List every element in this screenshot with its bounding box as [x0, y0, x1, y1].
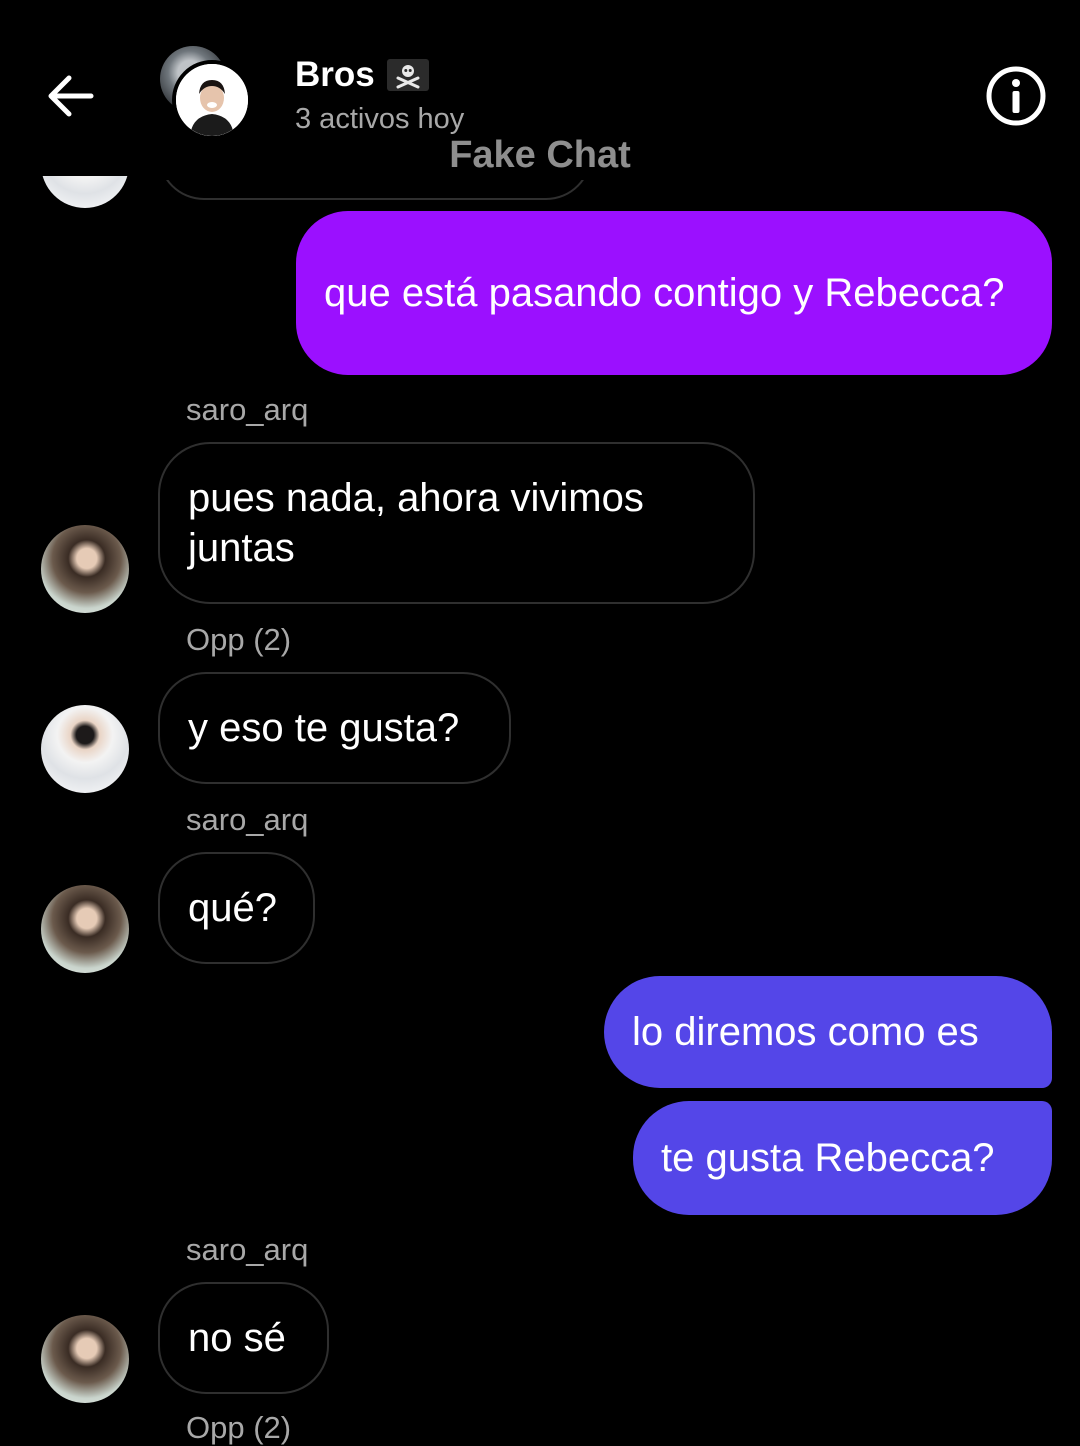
sender-name: saro_arq [186, 392, 309, 427]
avatar[interactable] [41, 1315, 129, 1403]
message-text: te gusta Rebecca? [661, 1136, 995, 1180]
message-incoming[interactable]: qué? [158, 852, 315, 964]
sender-name: saro_arq [186, 802, 309, 837]
message-outgoing[interactable]: te gusta Rebecca? [633, 1101, 1052, 1215]
back-button[interactable] [40, 66, 100, 126]
sender-name: Opp (2) [186, 1410, 292, 1445]
info-button[interactable] [984, 64, 1048, 128]
sender-name: saro_arq [186, 1232, 309, 1267]
avatar[interactable] [41, 885, 129, 973]
message-text: pues nada, ahora vivimos juntas [188, 476, 644, 570]
message-incoming[interactable]: y eso te gusta? [158, 672, 511, 784]
message-incoming[interactable]: no sé [158, 1282, 329, 1394]
info-circle-icon [986, 66, 1046, 126]
message-outgoing[interactable]: que está pasando contigo y Rebecca? [296, 211, 1052, 375]
group-avatar[interactable] [158, 46, 258, 146]
message-text: qué? [188, 886, 277, 930]
member-avatar-front [172, 60, 252, 140]
message-text: lo diremos como es [632, 1010, 979, 1054]
message-outgoing[interactable]: lo diremos como es [604, 976, 1052, 1088]
message-text: no sé [188, 1316, 286, 1360]
sender-name: Opp (2) [186, 622, 292, 657]
pirate-flag-icon [386, 59, 429, 91]
message-text: que está pasando contigo y Rebecca? [324, 271, 1005, 315]
avatar[interactable] [41, 705, 129, 793]
chat-subtitle: 3 activos hoy [295, 103, 465, 135]
chat-title: Bros [295, 55, 375, 94]
avatar[interactable] [41, 525, 129, 613]
watermark: Fake Chat [449, 134, 631, 176]
arrow-left-icon [48, 75, 94, 117]
chat-title-row[interactable]: Bros [295, 55, 429, 95]
message-text: y eso te gusta? [188, 706, 460, 750]
message-incoming[interactable]: pues nada, ahora vivimos juntas [158, 442, 755, 604]
